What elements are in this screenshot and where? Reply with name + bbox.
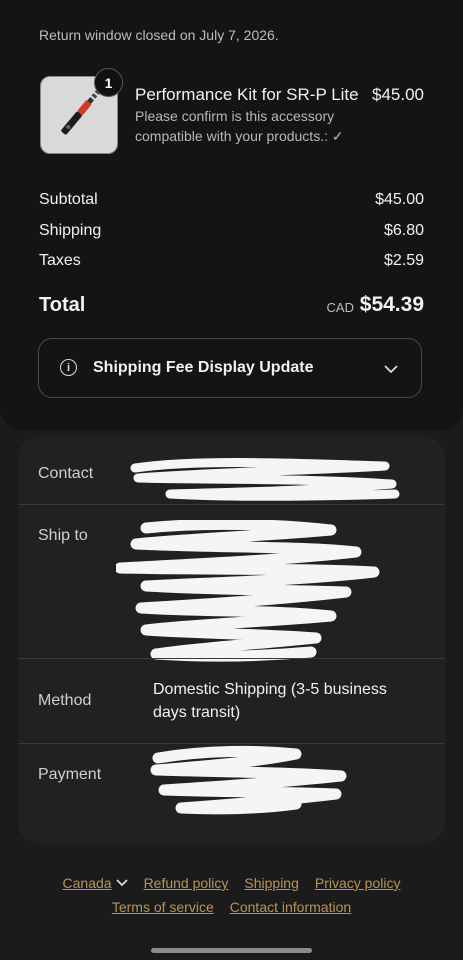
product-price: $45.00 xyxy=(372,85,424,104)
quantity-badge: 1 xyxy=(94,68,123,97)
subtotal-value: $45.00 xyxy=(375,191,424,208)
product-name: Performance Kit for SR-P Lite xyxy=(135,85,359,104)
privacy-policy-link[interactable]: Privacy policy xyxy=(315,875,401,891)
terms-of-service-link[interactable]: Terms of service xyxy=(112,899,214,915)
shipping-fee-update-title: Shipping Fee Display Update xyxy=(93,359,314,376)
ship-to-label: Ship to xyxy=(38,527,88,544)
shipping-value: $6.80 xyxy=(383,222,424,239)
order-details-card: Contact Ship to Method Domestic Shipping… xyxy=(18,436,445,844)
order-summary-card: Return window closed on July 7, 2026. 1 … xyxy=(0,0,463,430)
method-value: Domestic Shipping (3-5 business days tra… xyxy=(153,681,387,721)
contact-information-link[interactable]: Contact information xyxy=(230,899,351,915)
total-currency: CAD xyxy=(326,300,354,315)
contact-redaction xyxy=(130,458,400,501)
contact-label: Contact xyxy=(38,465,94,482)
total-amount: $54.39 xyxy=(359,293,424,316)
refund-policy-link[interactable]: Refund policy xyxy=(144,875,229,891)
product-note: Please confirm is this accessory compati… xyxy=(135,108,344,144)
divider xyxy=(18,504,445,505)
payment-label: Payment xyxy=(38,766,102,783)
home-indicator[interactable] xyxy=(151,948,312,953)
country-selector[interactable]: Canada xyxy=(63,875,112,891)
subtotal-label: Subtotal xyxy=(39,191,98,208)
taxes-label: Taxes xyxy=(39,252,81,269)
payment-redaction xyxy=(150,745,347,815)
shipping-label: Shipping xyxy=(39,222,102,239)
chevron-down-icon[interactable] xyxy=(115,878,128,888)
total-label: Total xyxy=(39,294,86,316)
footer-links-row-2: Terms of service Contact information xyxy=(0,899,463,915)
chevron-down-icon xyxy=(384,365,398,374)
divider xyxy=(18,658,445,659)
method-label: Method xyxy=(38,692,92,709)
return-notice: Return window closed on July 7, 2026. xyxy=(39,27,279,43)
footer-links-row-1: Canada Refund policy Shipping Privacy polic… xyxy=(0,875,463,891)
shipping-policy-link[interactable]: Shipping xyxy=(244,875,299,891)
info-icon: i xyxy=(60,359,77,376)
address-redaction xyxy=(116,520,380,662)
shipping-fee-update-toggle[interactable]: i Shipping Fee Display Update xyxy=(38,338,422,398)
taxes-value: $2.59 xyxy=(383,252,424,269)
